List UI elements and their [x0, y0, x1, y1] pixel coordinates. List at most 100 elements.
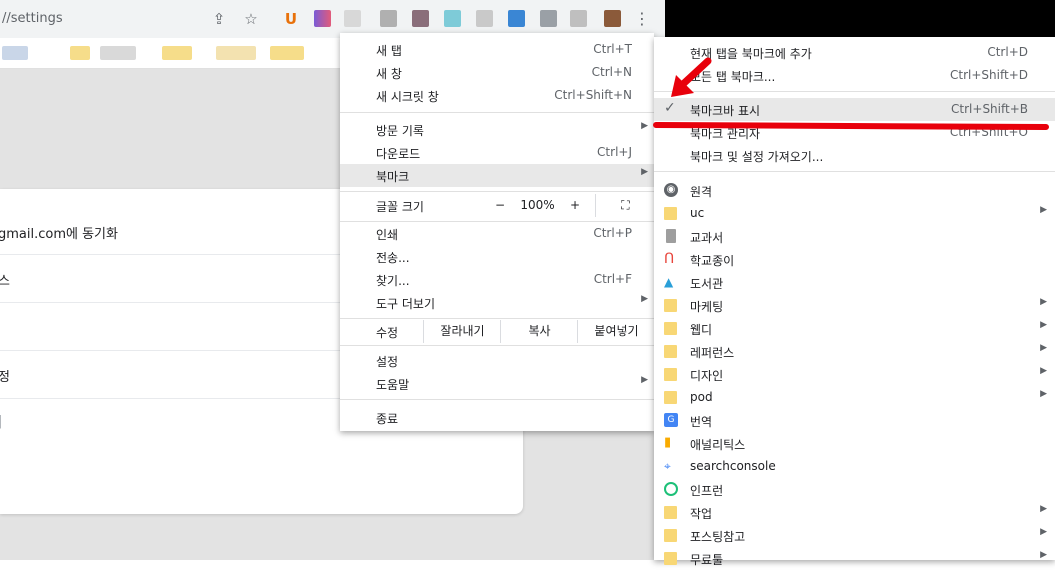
bookmark-label: 레퍼런스: [690, 346, 735, 360]
zoom-value: 100%: [520, 198, 555, 212]
zoom-in-button[interactable]: +: [560, 194, 590, 217]
menu-item-help[interactable]: 도움말 ▶: [340, 372, 654, 395]
extension-u-icon[interactable]: U: [281, 9, 301, 29]
extension-icon[interactable]: [344, 10, 361, 27]
zoom-out-button[interactable]: −: [485, 194, 515, 217]
bookmark-item[interactable]: 인프런: [654, 478, 1055, 501]
bookmark-item[interactable]: ᑎ 학교종이: [654, 248, 1055, 271]
extension-icon[interactable]: [540, 10, 557, 27]
extension-icon[interactable]: [380, 10, 397, 27]
menu-item-bookmarks[interactable]: 북마크 ▶: [340, 164, 654, 187]
menu-item-shortcut: Ctrl+J: [597, 145, 632, 159]
menu-item-shortcut: Ctrl+D: [987, 45, 1028, 59]
school-icon: ᑎ: [664, 251, 675, 267]
menu-item-label: 인쇄: [376, 228, 399, 242]
menu-separator: [340, 399, 654, 400]
bookmark-item[interactable]: 마케팅 ▶: [654, 294, 1055, 317]
menu-item-label: 북마크: [376, 170, 410, 184]
copy-button[interactable]: 복사: [500, 320, 578, 343]
bookmark-item[interactable]: 포스팅참고 ▶: [654, 524, 1055, 547]
menu-item-import-bookmarks[interactable]: 북마크 및 설정 가져오기...: [654, 144, 1055, 167]
menu-separator: [654, 171, 1055, 172]
extension-icon[interactable]: [412, 10, 429, 27]
extension-icon[interactable]: [444, 10, 461, 27]
bookmark-item[interactable]: 무료툴 ▶: [654, 547, 1055, 570]
menu-item-label: 설정: [376, 355, 399, 369]
menu-item-label: 도구 더보기: [376, 297, 436, 311]
menu-item-label: 방문 기록: [376, 124, 424, 138]
bookmark-item[interactable]: [2, 46, 28, 60]
folder-icon: [664, 322, 677, 335]
menu-separator: [340, 345, 654, 346]
bookmark-item[interactable]: 디자인 ▶: [654, 363, 1055, 386]
extension-icon[interactable]: [570, 10, 587, 27]
paste-button[interactable]: 붙여넣기: [577, 320, 655, 343]
menu-item-print[interactable]: 인쇄 Ctrl+P: [340, 222, 654, 245]
settings-row-label: gmail.com에 동기화: [0, 227, 118, 242]
menu-item-label: 찾기...: [376, 274, 410, 288]
folder-icon: [664, 368, 677, 381]
menu-item-incognito[interactable]: 새 시크릿 창 Ctrl+Shift+N: [340, 84, 654, 107]
annotation-arrow-shaft: [678, 57, 712, 89]
bookmark-item[interactable]: uc ▶: [654, 202, 1055, 225]
more-vert-icon[interactable]: ⋮: [632, 9, 652, 29]
searchconsole-icon: ⌖: [664, 459, 671, 473]
menu-item-label: 새 창: [376, 67, 402, 81]
bookmark-label: 인프런: [690, 484, 724, 498]
menu-item-exit[interactable]: 종료: [340, 406, 654, 429]
bookmark-item[interactable]: 작업 ▶: [654, 501, 1055, 524]
submenu-arrow-icon: ▶: [1040, 343, 1047, 353]
menu-item-more-tools[interactable]: 도구 더보기 ▶: [340, 291, 654, 314]
menu-item-new-tab[interactable]: 새 탭 Ctrl+T: [340, 38, 654, 61]
submenu-arrow-icon: ▶: [1040, 297, 1047, 307]
fullscreen-icon[interactable]: ⛶: [595, 194, 655, 217]
bookmark-item[interactable]: [100, 46, 136, 60]
address-bar[interactable]: //settings: [0, 5, 270, 33]
bookmark-item[interactable]: [270, 46, 304, 60]
bookmark-item[interactable]: ◉ 원격: [654, 179, 1055, 202]
menu-item-label: 새 탭: [376, 44, 402, 58]
submenu-arrow-icon: ▶: [1040, 389, 1047, 399]
bookmark-item[interactable]: pod ▶: [654, 386, 1055, 409]
menu-item-downloads[interactable]: 다운로드 Ctrl+J: [340, 141, 654, 164]
menu-item-label: 새 시크릿 창: [376, 90, 439, 104]
bookmark-item[interactable]: [162, 46, 192, 60]
extension-icon[interactable]: [508, 10, 525, 27]
edit-row: 수정 잘라내기 복사 붙여넣기: [340, 320, 654, 343]
menu-item-new-window[interactable]: 새 창 Ctrl+N: [340, 61, 654, 84]
cut-button[interactable]: 잘라내기: [423, 320, 501, 343]
extension-icon[interactable]: [476, 10, 493, 27]
menu-item-find[interactable]: 찾기... Ctrl+F: [340, 268, 654, 291]
bookmark-item[interactable]: 웹디 ▶: [654, 317, 1055, 340]
bookmark-item[interactable]: 레퍼런스 ▶: [654, 340, 1055, 363]
bookmark-item[interactable]: 교과서: [654, 225, 1055, 248]
star-icon[interactable]: ☆: [241, 9, 261, 29]
bookmark-label: pod: [690, 390, 713, 404]
menu-item-settings[interactable]: 설정: [340, 349, 654, 372]
share-icon[interactable]: ⇪: [209, 9, 229, 29]
menu-item-cast[interactable]: 전송...: [340, 245, 654, 268]
menu-item-shortcut: Ctrl+N: [591, 65, 632, 79]
submenu-arrow-icon: ▶: [1040, 205, 1047, 215]
menu-item-history[interactable]: 방문 기록 ▶: [340, 118, 654, 141]
bookmark-item[interactable]: ⌖ searchconsole: [654, 455, 1055, 478]
extension-icon[interactable]: [314, 10, 331, 27]
settings-row-label: 스: [0, 274, 10, 289]
folder-icon: [664, 506, 677, 519]
folder-icon: [664, 529, 677, 542]
bookmark-item[interactable]: ▲ 도서관: [654, 271, 1055, 294]
menu-item-shortcut: Ctrl+Shift+N: [554, 88, 632, 102]
bookmark-item[interactable]: [216, 46, 256, 60]
analytics-icon: ▮: [664, 435, 672, 450]
menu-item-label: 도움말: [376, 378, 410, 392]
menu-item-shortcut: Ctrl+P: [593, 226, 632, 240]
library-icon: ▲: [664, 275, 674, 289]
bookmark-item[interactable]: G 번역: [654, 409, 1055, 432]
submenu-arrow-icon: ▶: [641, 375, 648, 385]
edit-label: 수정: [376, 326, 399, 340]
inflearn-icon: [664, 482, 678, 496]
profile-avatar[interactable]: [604, 10, 621, 27]
bookmark-item[interactable]: [70, 46, 90, 60]
bookmark-item[interactable]: ▮ 애널리틱스: [654, 432, 1055, 455]
bookmark-label: 마케팅: [690, 300, 724, 314]
